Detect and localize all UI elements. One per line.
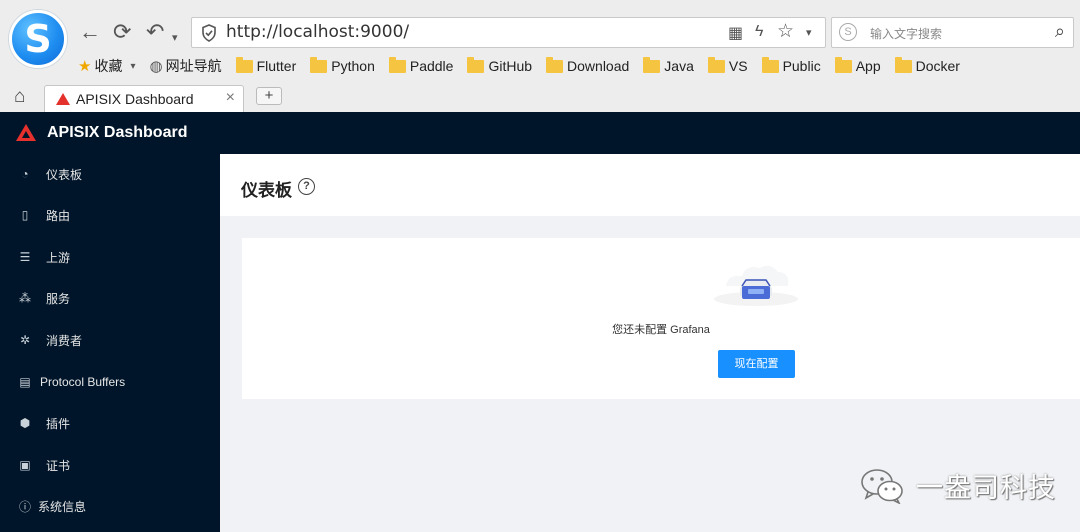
star-icon: ★ [78,58,92,75]
bookmark-folder-public[interactable]: Public [761,55,821,77]
page-title: 仪表板 [241,181,292,200]
sidebar-item-services[interactable]: ⁂ 服务 [0,278,220,318]
bookmark-folder-python[interactable]: Python [310,55,375,77]
bookmark-folder-github[interactable]: GitHub [467,55,532,77]
bookmark-folder-java[interactable]: Java [643,55,694,77]
bookmark-web-nav[interactable]: ◍ 网址导航 [149,55,221,77]
chevron-down-icon[interactable]: ▾ [130,61,135,72]
sidebar-item-routes[interactable]: ▯ 路由 [0,195,220,235]
folder-icon [235,56,253,73]
folder-icon [467,56,485,73]
search-icon[interactable]: ⌕ [1055,21,1065,42]
page-header: 仪表板 ? [220,154,1080,216]
bookmark-star-icon[interactable]: ☆ [777,20,794,43]
folder-icon [707,56,725,73]
home-icon[interactable]: ⌂ [14,86,25,108]
globe-icon: ◍ [149,58,163,75]
upstream-icon: ☰ [19,250,31,264]
sidebar-item-system-info[interactable]: ⓘ 系统信息 [0,486,220,526]
qr-code-icon[interactable]: ▦ [728,23,743,43]
grafana-empty-card: 您还未配置 Grafana 现在配置 [242,238,1080,399]
folder-icon [894,56,912,73]
apisix-favicon-icon [56,93,70,105]
folder-icon [388,56,406,73]
folder-icon [834,56,852,73]
bookmark-folder-vs[interactable]: VS [707,55,748,77]
security-shield-icon [202,24,216,42]
apisix-logo-icon [16,124,36,141]
folder-icon [310,56,328,73]
browser-logo-icon[interactable]: S [9,10,67,68]
bookmark-folder-flutter[interactable]: Flutter [235,55,296,77]
close-tab-icon[interactable]: × [226,89,235,107]
sidebar-item-consumers[interactable]: ✲ 消费者 [0,320,220,360]
sidebar-item-certificates[interactable]: ▣ 证书 [0,445,220,485]
bookmark-folder-download[interactable]: Download [546,55,629,77]
sidebar-item-protocol-buffers[interactable]: ▤ Protocol Buffers [0,362,220,402]
address-bar[interactable]: http://localhost:9000/ ▦ ϟ ☆ ▾ [191,17,826,48]
search-box[interactable]: S 输入文字搜索 ⌕ [831,17,1074,48]
sidebar-item-dashboard[interactable]: ◔ 仪表板 [0,154,220,194]
consumer-icon: ✲ [19,333,31,347]
undo-dropdown-icon[interactable]: ▾ [172,26,178,50]
empty-box-icon [714,265,798,306]
watermark-text: 一盎司科技 [916,473,1056,504]
app-header: APISIX Dashboard [0,112,1080,154]
bookmark-folder-docker[interactable]: Docker [894,55,960,77]
watermark: 一盎司科技 [860,466,1056,505]
new-tab-button[interactable]: + [256,87,282,105]
search-engine-icon[interactable]: S [839,23,857,41]
bookmark-folder-app[interactable]: App [834,55,881,77]
wechat-logo-icon [861,468,903,504]
tab-bar: ⌂ APISIX Dashboard × + [0,84,1080,112]
empty-message: 您还未配置 Grafana [612,324,710,336]
address-url[interactable]: http://localhost:9000/ [226,22,409,42]
back-arrow-icon[interactable]: ← [79,20,101,44]
undo-icon[interactable]: ↶ [146,20,164,44]
plugin-icon: ⬢ [19,416,31,430]
refresh-icon[interactable]: ⟳ [113,20,131,44]
file-icon: ▤ [19,375,31,389]
tab-title: APISIX Dashboard [76,91,194,107]
service-icon: ⁂ [19,291,31,305]
help-question-icon[interactable]: ? [298,178,315,195]
browser-chrome: S ← ⟳ ↶ ▾ http://localhost:9000/ ▦ ϟ ☆ ▾… [0,0,1080,112]
folder-icon [643,56,661,73]
folder-icon [761,56,779,73]
sidebar-item-plugins[interactable]: ⬢ 插件 [0,403,220,443]
bookmarks-bar: ★ 收藏 ▾ ◍ 网址导航 Flutter Python Paddle GitH… [78,55,974,77]
configure-now-button[interactable]: 现在配置 [718,350,795,378]
tab-apisix-dashboard[interactable]: APISIX Dashboard × [44,85,244,112]
info-icon: ⓘ [18,499,31,514]
bookmark-favorites[interactable]: ★ 收藏 ▾ [78,55,135,77]
address-dropdown-icon[interactable]: ▾ [806,26,812,39]
dashboard-icon: ◔ [21,167,29,181]
sidebar: ◔ 仪表板 ▯ 路由 ☰ 上游 ⁂ 服务 ✲ 消费者 ▤ Protocol Bu… [0,154,220,532]
search-placeholder[interactable]: 输入文字搜索 [870,25,942,42]
bookmark-folder-paddle[interactable]: Paddle [388,55,453,77]
certificate-icon: ▣ [19,458,31,472]
lightning-icon[interactable]: ϟ [755,23,763,41]
sidebar-item-upstream[interactable]: ☰ 上游 [0,237,220,277]
folder-icon [546,56,564,73]
route-icon: ▯ [21,208,29,222]
app-title: APISIX Dashboard [47,124,188,141]
